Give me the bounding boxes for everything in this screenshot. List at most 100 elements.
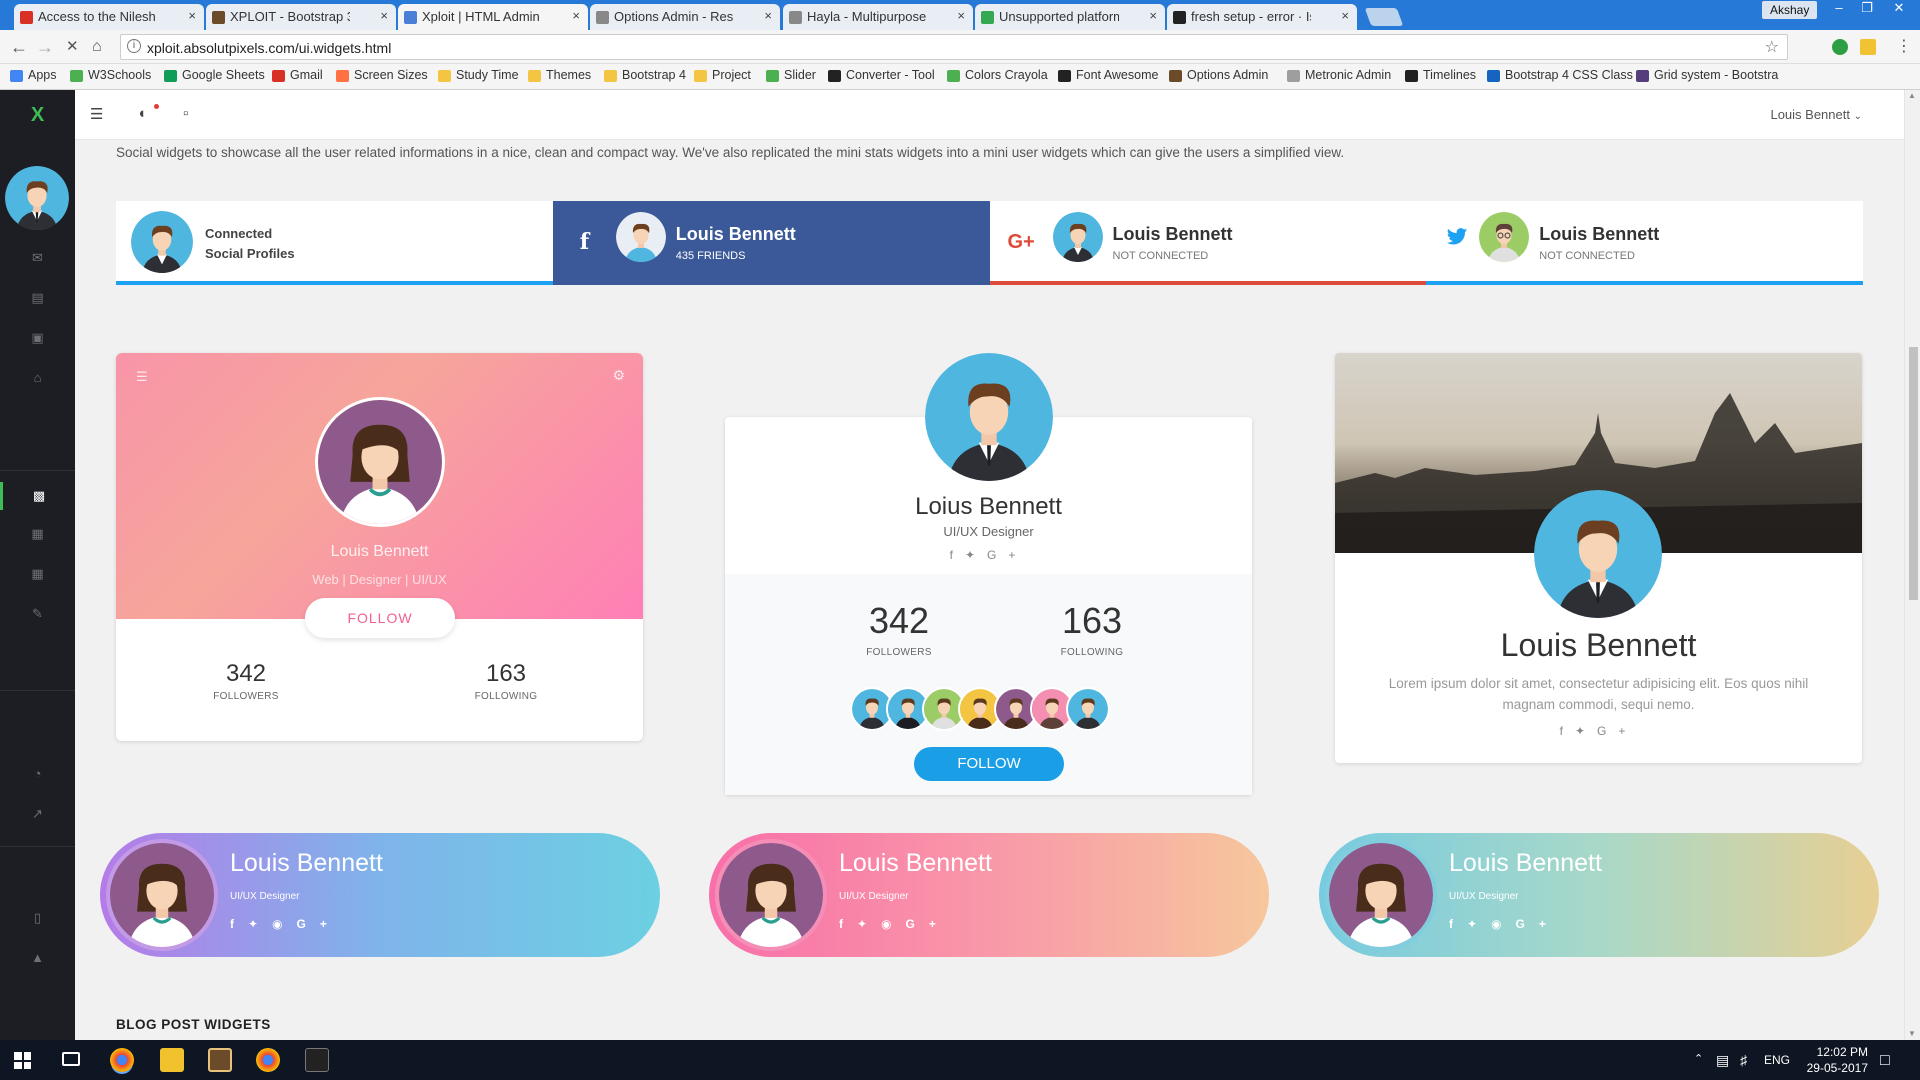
window-close-icon[interactable]: ✕ (1881, 0, 1917, 18)
card-menu-icon[interactable]: ☰ (136, 369, 148, 385)
clock[interactable]: 12:02 PM 29-05-2017 (1807, 1044, 1868, 1076)
table-icon[interactable]: ▦ (0, 566, 75, 582)
home-sidebar-icon[interactable]: ⌂ (0, 370, 75, 385)
bookmark-item[interactable]: Project (694, 68, 751, 82)
twitter-icon[interactable]: ✦ (1467, 917, 1491, 931)
bookmark-item[interactable]: Metronic Admin (1287, 68, 1391, 82)
follower-avatar[interactable] (1066, 687, 1110, 731)
app-logo[interactable]: X (0, 90, 75, 140)
address-bar[interactable]: i xploit.absolutpixels.com/ui.widgets.ht… (120, 34, 1788, 60)
bookmark-item[interactable]: Google Sheets (164, 68, 265, 82)
user-menu[interactable]: Louis Bennett ⌄ (1770, 107, 1862, 122)
facebook-icon[interactable]: f (1560, 724, 1575, 738)
app-taskbar-icon[interactable] (208, 1048, 232, 1072)
scroll-up-icon[interactable]: ▲ (1908, 91, 1916, 100)
google-plus-icon[interactable]: G+ (297, 917, 341, 931)
bookmark-item[interactable]: Bootstrap 4 CSS Class (1487, 68, 1633, 82)
tab-close-icon[interactable]: × (764, 8, 772, 23)
browser-menu-icon[interactable]: ⋮ (1896, 38, 1912, 56)
tab-close-icon[interactable]: × (572, 8, 580, 23)
bookmark-item[interactable]: Bootstrap 4 (604, 68, 686, 82)
twitter-icon[interactable]: ✦ (1575, 724, 1597, 738)
facebook-icon[interactable]: f (950, 548, 965, 562)
new-tab-button[interactable] (1364, 8, 1404, 26)
forward-arrow-icon[interactable]: → (36, 38, 54, 56)
instagram-icon[interactable]: ◉ (272, 917, 296, 931)
tray-icon[interactable]: ▫ (183, 105, 188, 122)
extension-star-icon[interactable] (1860, 39, 1876, 55)
notification-center-icon[interactable]: □ (1880, 1052, 1890, 1070)
twitter-profile-segment[interactable]: Louis Bennett NOT CONNECTED (1426, 201, 1863, 285)
google-plus-icon[interactable]: G+ (1516, 917, 1560, 931)
tab-close-icon[interactable]: × (188, 8, 196, 23)
google-profile-segment[interactable]: G+ Louis Bennett NOT CONNECTED (989, 201, 1427, 285)
facebook-icon[interactable]: f (230, 917, 248, 931)
google-plus-icon[interactable]: G+ (1597, 724, 1637, 738)
bookmark-item[interactable]: Options Admin (1169, 68, 1268, 82)
bookmark-item[interactable]: Colors Crayola (947, 68, 1048, 82)
edit-icon[interactable]: ✎ (0, 606, 75, 622)
google-plus-icon[interactable]: G+ (906, 917, 950, 931)
card1-follow-button[interactable]: FOLLOW (305, 598, 455, 638)
file-icon[interactable]: ▯ (0, 910, 75, 926)
inbox-icon[interactable]: ▣ (0, 330, 75, 346)
extension-icon[interactable] (1832, 39, 1848, 55)
facebook-icon[interactable]: f (1449, 917, 1467, 931)
terminal-icon[interactable] (305, 1048, 329, 1072)
minimize-icon[interactable]: – (1825, 0, 1853, 18)
browser-tab[interactable]: XPLOIT - Bootstrap 3 Ad × (206, 4, 396, 30)
pie-chart-icon[interactable]: ◔ (0, 766, 75, 781)
bookmark-item[interactable]: Apps (10, 68, 57, 82)
tray-chevron-icon[interactable]: ⌃ (1694, 1052, 1703, 1065)
bookmark-item[interactable]: Screen Sizes (336, 68, 428, 82)
home-icon[interactable]: ⌂ (92, 38, 102, 56)
bookmark-item[interactable]: Study Time (438, 68, 519, 82)
tab-close-icon[interactable]: × (1149, 8, 1157, 23)
bookmark-item[interactable]: Grid system - Bootstra (1636, 68, 1778, 82)
volume-icon[interactable]: ♯ (1740, 1052, 1747, 1068)
card-settings-icon[interactable]: ⚙ (612, 367, 625, 384)
tab-close-icon[interactable]: × (957, 8, 965, 23)
card2-follow-button[interactable]: FOLLOW (914, 747, 1064, 781)
stop-loading-icon[interactable]: ✕ (66, 38, 79, 56)
page-scrollbar[interactable]: ▲ ▼ (1904, 90, 1920, 1040)
bookmark-item[interactable]: Themes (528, 68, 591, 82)
language-indicator[interactable]: ENG (1764, 1053, 1790, 1067)
megaphone-icon[interactable]: ◖ (137, 105, 146, 122)
browser-tab[interactable]: Access to the Nilesh G / × (14, 4, 204, 30)
facebook-icon[interactable]: f (839, 917, 857, 931)
bookmark-item[interactable]: W3Schools (70, 68, 151, 82)
bookmark-item[interactable]: Gmail (272, 68, 323, 82)
twitter-icon[interactable]: ✦ (965, 548, 987, 562)
facebook-profile-segment[interactable]: f Louis Bennett 435 FRIENDS (552, 201, 990, 285)
browser-tab[interactable]: Hayla - Multipurpose Bu × (783, 4, 973, 30)
google-plus-icon[interactable]: G+ (987, 548, 1027, 562)
line-chart-icon[interactable]: ↗ (0, 806, 75, 822)
mail-icon[interactable]: ✉ (0, 250, 75, 266)
twitter-icon[interactable]: ✦ (248, 917, 272, 931)
instagram-icon[interactable]: ◉ (1491, 917, 1515, 931)
restore-icon[interactable]: ❐ (1853, 0, 1881, 18)
desktop-icon[interactable]: ▩ (0, 482, 75, 510)
bookmark-item[interactable]: Font Awesome (1058, 68, 1158, 82)
scroll-down-icon[interactable]: ▼ (1908, 1029, 1916, 1038)
briefcase-icon[interactable]: ▦ (0, 526, 75, 542)
bookmark-star-icon[interactable]: ☆ (1765, 37, 1779, 57)
network-icon[interactable]: ▤ (1716, 1052, 1729, 1069)
instagram-icon[interactable]: ◉ (881, 917, 905, 931)
scrollbar-thumb[interactable] (1909, 347, 1918, 600)
back-arrow-icon[interactable]: ← (10, 38, 28, 56)
browser-tab[interactable]: fresh setup - error · Issue × (1167, 4, 1357, 30)
warning-icon[interactable]: ▲ (0, 950, 75, 965)
file-explorer-icon[interactable] (160, 1048, 184, 1072)
page-info-icon[interactable]: i (127, 39, 141, 53)
chrome-taskbar-icon[interactable] (110, 1048, 134, 1072)
browser-tab[interactable]: Options Admin - Respon × (590, 4, 780, 30)
twitter-icon[interactable]: ✦ (857, 917, 881, 931)
browser-profile-name[interactable]: Akshay (1762, 1, 1818, 19)
tab-close-icon[interactable]: × (1341, 8, 1349, 23)
browser-tab[interactable]: Unsupported platform fo × (975, 4, 1165, 30)
windows-start-icon[interactable] (14, 1052, 31, 1069)
bookmark-item[interactable]: Converter - Tool (828, 68, 935, 82)
browser-tab[interactable]: Xploit | HTML Admin Te × (398, 4, 588, 31)
